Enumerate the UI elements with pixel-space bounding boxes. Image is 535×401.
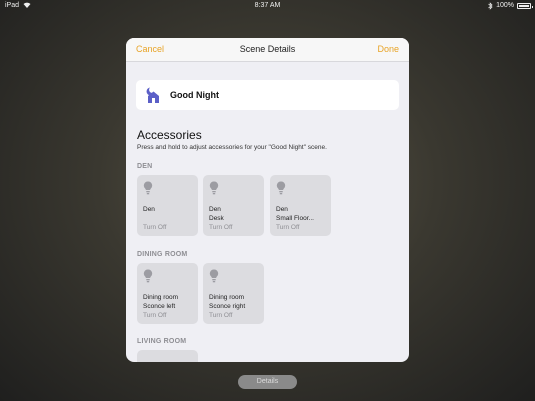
done-button[interactable]: Done	[377, 44, 399, 54]
accessories-description: Press and hold to adjust accessories for…	[137, 144, 327, 151]
accessory-name-line1: Den	[276, 206, 288, 213]
accessory-tile-dining-sconce-right[interactable]: Dining room Sconce right Turn Off	[203, 263, 264, 324]
battery-percent: 100%	[496, 2, 514, 9]
accessory-name: Den	[143, 206, 155, 215]
accessory-name-line2: Sconce right	[209, 302, 246, 310]
room-label-dining-room: DINING ROOM	[137, 251, 188, 258]
accessory-name: Den Small Floor...	[276, 206, 314, 223]
room-label-living-room: LIVING ROOM	[137, 338, 187, 345]
accessory-name-line1: Den	[143, 206, 155, 213]
scene-name-card[interactable]: Good Night	[136, 80, 399, 110]
status-bar: iPad 8:37 AM 100%	[0, 0, 535, 12]
nav-bar: Cancel Scene Details Done	[126, 38, 409, 62]
accessory-state: Turn Off	[276, 224, 300, 231]
accessory-state: Turn Off	[209, 312, 233, 319]
accessory-tile-den-desk[interactable]: Den Desk Turn Off	[203, 175, 264, 236]
accessory-tile-dining-sconce-left[interactable]: Dining room Sconce left Turn Off	[137, 263, 198, 324]
accessory-state: Turn Off	[143, 224, 167, 231]
lightbulb-icon	[276, 181, 286, 195]
accessory-name-line1: Dining room	[143, 294, 179, 301]
accessory-tile-den-small-floor[interactable]: Den Small Floor... Turn Off	[270, 175, 331, 236]
status-time: 8:37 AM	[254, 2, 281, 9]
battery-icon	[517, 3, 533, 9]
accessory-state: Turn Off	[143, 312, 167, 319]
accessories-heading: Accessories	[137, 128, 202, 142]
accessory-name-line2: Desk	[209, 214, 224, 222]
details-button[interactable]: Details	[238, 375, 297, 389]
accessory-name-line2: Small Floor...	[276, 214, 314, 222]
accessory-name: Dining room Sconce left	[143, 294, 178, 311]
accessory-name-line1: Den	[209, 206, 221, 213]
scene-details-modal: Cancel Scene Details Done Good Night Acc…	[126, 38, 409, 362]
accessory-state: Turn Off	[209, 224, 233, 231]
scene-name: Good Night	[170, 90, 219, 100]
status-right: 100%	[488, 0, 533, 12]
lightbulb-icon	[143, 181, 153, 195]
lightbulb-icon	[209, 181, 219, 195]
moon-house-icon	[146, 87, 159, 103]
lightbulb-icon	[143, 269, 153, 283]
page-title: Scene Details	[239, 44, 296, 54]
room-label-den: DEN	[137, 163, 153, 170]
accessory-tile-den[interactable]: Den Turn Off	[137, 175, 198, 236]
accessory-name: Dining room Sconce right	[209, 294, 245, 311]
accessory-tile-living-partial[interactable]	[137, 350, 198, 362]
bluetooth-icon	[488, 2, 493, 10]
lightbulb-icon	[209, 269, 219, 283]
accessory-name-line2: Sconce left	[143, 302, 176, 310]
accessory-name: Den Desk	[209, 206, 224, 223]
accessory-name-line1: Dining room	[209, 294, 245, 301]
